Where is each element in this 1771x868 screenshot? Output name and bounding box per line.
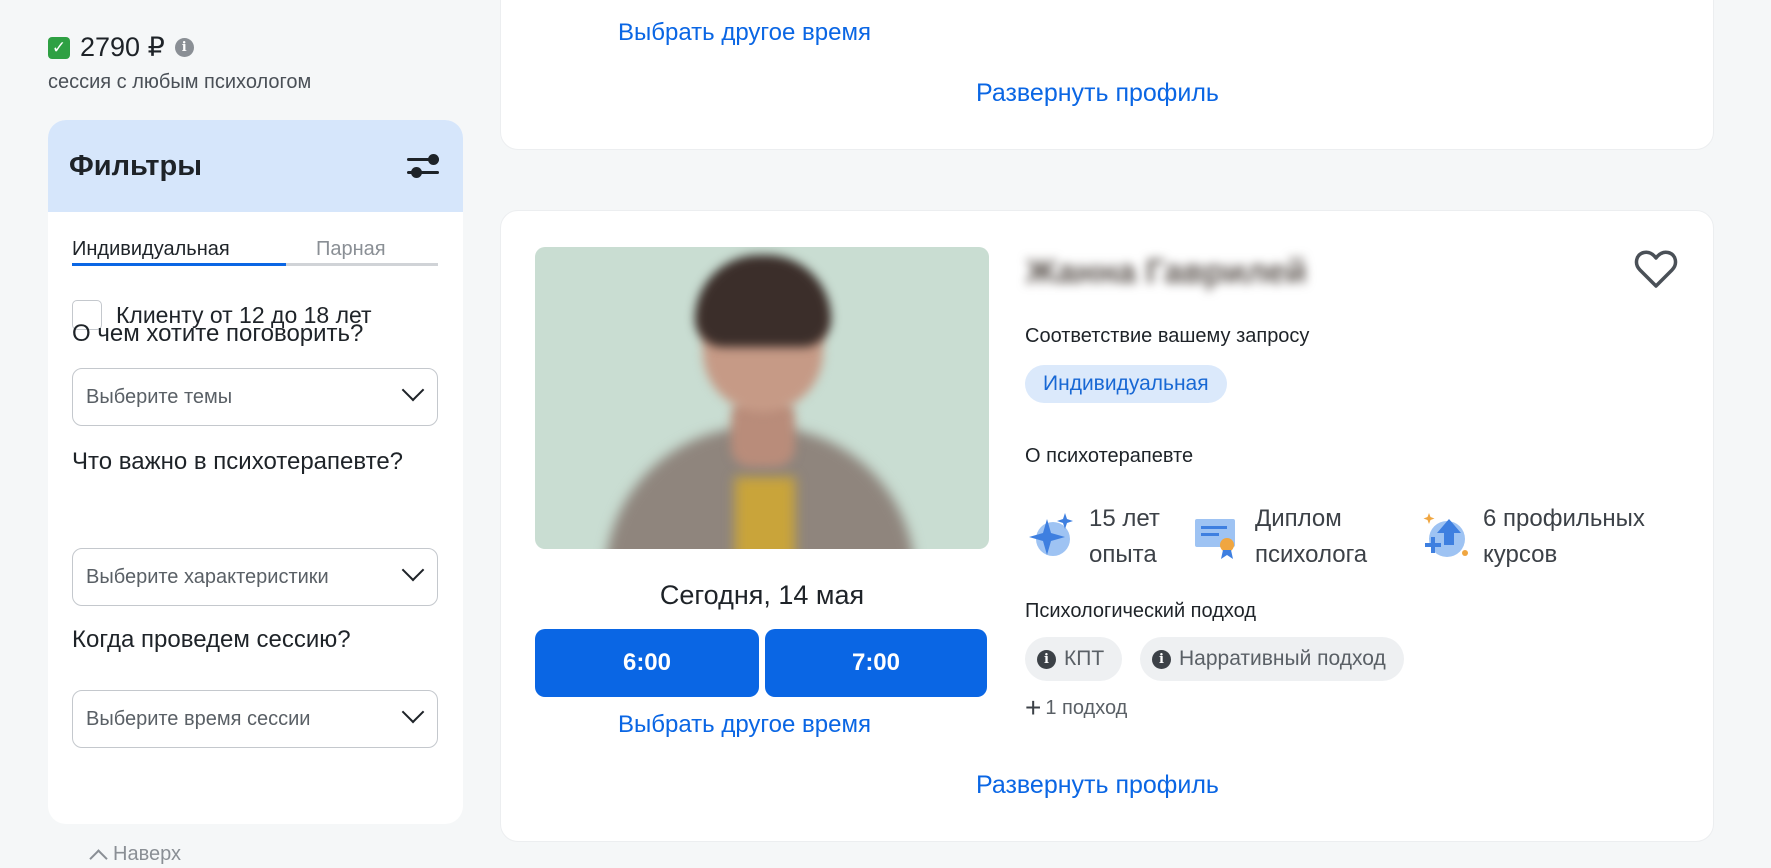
psychologist-card: Сегодня, 14 мая 6:00 7:00 Выбрать другое… (500, 210, 1714, 842)
approach-tag-label: Нарративный подход (1179, 647, 1386, 670)
expand-profile-link[interactable]: Развернуть профиль (976, 79, 1219, 108)
back-to-top-link[interactable]: Наверх (89, 843, 181, 868)
traits-question: Что важно в психотерапевте? (72, 448, 404, 475)
more-approaches-link[interactable]: + 1 подход (1025, 692, 1128, 723)
filters-header: Фильтры (48, 120, 463, 212)
chevron-down-icon (401, 700, 425, 724)
topics-question: О чем хотите поговорить? (72, 320, 364, 347)
checkmark-icon: ✓ (48, 36, 70, 59)
sliders-icon[interactable] (405, 150, 441, 182)
heart-icon[interactable] (1632, 245, 1680, 293)
topics-placeholder: Выберите темы (86, 385, 233, 408)
plus-icon: + (1025, 692, 1042, 723)
back-to-top-label: Наверх (113, 843, 181, 865)
session-price: 2790 ₽ (80, 32, 165, 62)
courses-icon (1423, 513, 1468, 557)
available-date: Сегодня, 14 мая (659, 580, 865, 610)
session-type-tabs: Индивидуальная Парная (72, 226, 438, 266)
chevron-down-icon (401, 378, 425, 402)
approach-tag-label: КПТ (1064, 647, 1105, 670)
approach-label: Психологический подход (1025, 600, 1256, 622)
courses-line1: 6 профильных (1483, 505, 1645, 532)
psychologist-name: Жанна Гаврилей (1026, 253, 1307, 291)
courses-stat: 6 профильных курсов (1419, 501, 1645, 573)
courses-line2: курсов (1483, 541, 1558, 568)
info-icon: i (1037, 649, 1056, 669)
approach-tag[interactable]: i КПТ (1025, 637, 1123, 681)
topics-select[interactable]: Выберите темы (72, 368, 438, 426)
info-icon[interactable]: i (174, 38, 194, 57)
match-label: Соответствие вашему запросу (1025, 325, 1310, 347)
tab-couple[interactable]: Парная (316, 238, 386, 261)
choose-other-time-link[interactable]: Выбрать другое время (618, 711, 871, 739)
time-select[interactable]: Выберите время сессии (72, 690, 438, 748)
price-row: ✓ 2790 ₽ i (48, 32, 194, 63)
time-question: Когда проведем сессию? (72, 626, 351, 653)
traits-select[interactable]: Выберите характеристики (72, 548, 438, 606)
experience-line2: опыта (1089, 541, 1157, 568)
experience-stat: 15 лет опыта (1025, 501, 1160, 573)
time-slot-button[interactable]: 6:00 (535, 629, 759, 697)
about-label: О психотерапевте (1025, 445, 1194, 467)
tab-individual[interactable]: Индивидуальная (72, 238, 230, 261)
filters-panel: Фильтры Индивидуальная Парная Клиенту от… (48, 120, 463, 824)
traits-placeholder: Выберите характеристики (86, 565, 329, 588)
psychologist-photo (535, 247, 989, 549)
match-tag: Индивидуальная (1025, 365, 1227, 403)
diploma-line2: психолога (1255, 541, 1368, 568)
price-subtitle: сессия с любым психологом (48, 71, 312, 93)
active-tab-indicator (72, 263, 286, 266)
chevron-down-icon (401, 558, 425, 582)
info-icon: i (1152, 649, 1171, 669)
filters-title: Фильтры (69, 149, 202, 182)
time-slot-button[interactable]: 7:00 (765, 629, 987, 697)
psychologist-card-previous: Выбрать другое время Развернуть профиль (500, 0, 1714, 150)
diploma-stat: Диплом психолога (1191, 501, 1367, 573)
diploma-icon (1195, 519, 1235, 559)
more-approaches-label: 1 подход (1045, 696, 1128, 719)
time-placeholder: Выберите время сессии (86, 707, 311, 730)
choose-other-time-link[interactable]: Выбрать другое время (618, 19, 871, 47)
expand-profile-link[interactable]: Развернуть профиль (976, 771, 1219, 800)
diploma-line1: Диплом (1255, 505, 1342, 532)
approach-tag[interactable]: i Нарративный подход (1140, 637, 1404, 681)
experience-line1: 15 лет (1089, 505, 1160, 532)
sparkle-icon (1029, 513, 1073, 556)
